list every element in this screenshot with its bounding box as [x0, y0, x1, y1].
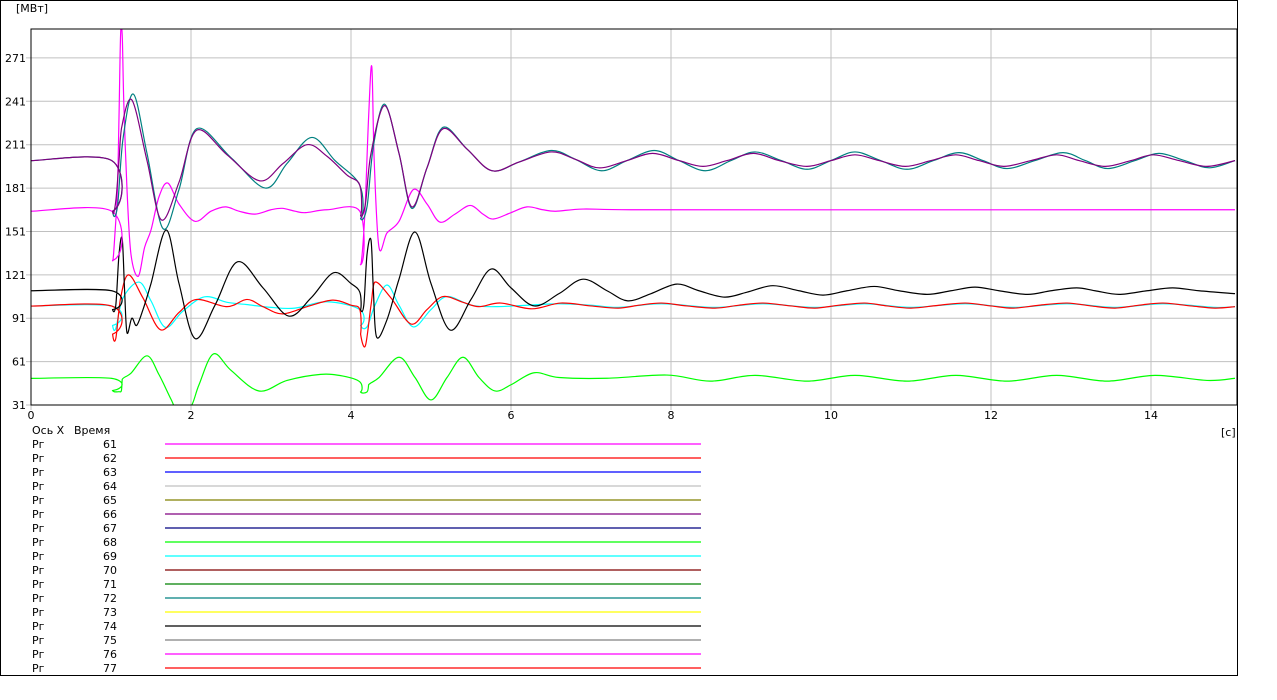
- legend-entry-name: Рг: [32, 592, 45, 605]
- legend-entry-id: 75: [103, 634, 117, 647]
- legend-entry-id: 67: [103, 522, 117, 535]
- y-tick-label: 61: [12, 356, 26, 369]
- y-tick-label: 121: [5, 269, 26, 282]
- legend-entry-name: Рг: [32, 452, 45, 465]
- x-tick-label: 10: [824, 409, 838, 422]
- x-tick-label: 4: [348, 409, 355, 422]
- legend-entry-id: 74: [103, 620, 117, 633]
- x-tick-label: 0: [28, 409, 35, 422]
- y-axis-label: [МВт]: [16, 2, 48, 15]
- legend-entry-id: 65: [103, 494, 117, 507]
- y-tick-label: 91: [12, 312, 26, 325]
- legend-entry-name: Рг: [32, 480, 45, 493]
- legend-entry-id: 61: [103, 438, 117, 451]
- x-tick-label: 12: [984, 409, 998, 422]
- legend-entry-name: Рг: [32, 494, 45, 507]
- legend-header-time: Время: [74, 424, 110, 437]
- power-chart: [МВт] [с] 316191121151181211241271 02468…: [0, 0, 1238, 676]
- legend-entry-id: 73: [103, 606, 117, 619]
- x-tick-label: 2: [188, 409, 195, 422]
- legend-entry-name: Рг: [32, 564, 45, 577]
- legend-entry-name: Рг: [32, 550, 45, 563]
- y-tick-label: 271: [5, 52, 26, 65]
- legend-entry-name: Рг: [32, 438, 45, 451]
- legend-entry-name: Рг: [32, 662, 45, 675]
- legend-entry-name: Рг: [32, 634, 45, 647]
- legend-entry-id: 63: [103, 466, 117, 479]
- legend-entry-name: Рг: [32, 648, 45, 661]
- x-tick-label: 8: [668, 409, 675, 422]
- x-axis-label: [с]: [1221, 426, 1236, 439]
- legend-entry-name: Рг: [32, 536, 45, 549]
- legend-entry-name: Рг: [32, 606, 45, 619]
- legend-entry-id: 62: [103, 452, 117, 465]
- legend-entry-id: 69: [103, 550, 117, 563]
- legend-entry-id: 77: [103, 662, 117, 675]
- legend-entry-id: 64: [103, 480, 117, 493]
- legend-entry-id: 71: [103, 578, 117, 591]
- y-tick-label: 151: [5, 225, 26, 238]
- legend-entry-id: 68: [103, 536, 117, 549]
- legend-header-axis: Ось X: [32, 424, 65, 437]
- legend-entry-name: Рг: [32, 578, 45, 591]
- y-tick-label: 211: [5, 139, 26, 152]
- legend-entry-id: 66: [103, 508, 117, 521]
- legend-entry-name: Рг: [32, 620, 45, 633]
- x-tick-label: 6: [508, 409, 515, 422]
- legend-entry-id: 70: [103, 564, 117, 577]
- legend-entry-id: 76: [103, 648, 117, 661]
- legend-entry-id: 72: [103, 592, 117, 605]
- legend-entry-name: Рг: [32, 522, 45, 535]
- y-tick-label: 181: [5, 182, 26, 195]
- legend-entry-name: Рг: [32, 508, 45, 521]
- y-tick-label: 31: [12, 399, 26, 412]
- y-tick-label: 241: [5, 95, 26, 108]
- legend-entry-name: Рг: [32, 466, 45, 479]
- x-tick-label: 14: [1144, 409, 1158, 422]
